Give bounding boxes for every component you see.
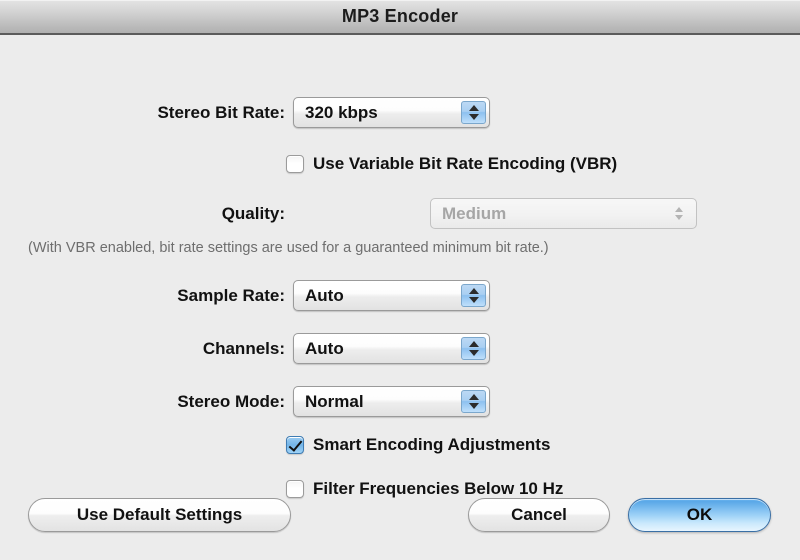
stepper-up-arrow-icon[interactable] xyxy=(468,394,479,400)
dialog-titlebar: MP3 Encoder xyxy=(0,0,800,35)
stepper-down-arrow-icon[interactable] xyxy=(468,114,479,120)
sample-rate-label: Sample Rate: xyxy=(177,285,285,305)
quality-stepper[interactable] xyxy=(667,202,690,225)
smart-encoding-checkbox[interactable] xyxy=(286,436,304,454)
channels-row: Channels: Auto xyxy=(120,333,490,364)
filter-frequencies-checkbox-row[interactable]: Filter Frequencies Below 10 Hz xyxy=(286,479,563,499)
stepper-down-arrow-icon[interactable] xyxy=(468,403,479,409)
stereo-mode-value: Normal xyxy=(305,391,364,411)
quality-popup[interactable]: Medium xyxy=(430,198,697,229)
dialog-title: MP3 Encoder xyxy=(341,6,459,26)
sample-rate-popup[interactable]: Auto xyxy=(293,280,490,311)
stepper-down-arrow-icon[interactable] xyxy=(674,215,683,220)
stepper-up-arrow-icon[interactable] xyxy=(468,105,479,111)
channels-label: Channels: xyxy=(202,338,285,358)
stepper-down-arrow-icon[interactable] xyxy=(468,350,479,356)
sample-rate-stepper[interactable] xyxy=(461,284,486,307)
stepper-up-arrow-icon[interactable] xyxy=(674,207,683,212)
smart-encoding-checkbox-row[interactable]: Smart Encoding Adjustments xyxy=(286,435,550,455)
channels-value: Auto xyxy=(305,338,344,358)
vbr-checkbox-label: Use Variable Bit Rate Encoding (VBR) xyxy=(313,154,618,173)
stereo-bit-rate-stepper[interactable] xyxy=(461,101,486,124)
stereo-bit-rate-row: Stereo Bit Rate: 320 kbps xyxy=(120,97,490,128)
stepper-up-arrow-icon[interactable] xyxy=(468,341,479,347)
stepper-up-arrow-icon[interactable] xyxy=(468,288,479,294)
channels-stepper[interactable] xyxy=(461,337,486,360)
stereo-mode-stepper[interactable] xyxy=(461,390,486,413)
mp3-encoder-dialog: MP3 Encoder Stereo Bit Rate: 320 kbps Us… xyxy=(0,0,800,560)
use-default-settings-button[interactable]: Use Default Settings xyxy=(28,498,291,532)
quality-label: Quality: xyxy=(221,203,285,223)
stereo-mode-row: Stereo Mode: Normal xyxy=(120,386,490,417)
filter-frequencies-checkbox[interactable] xyxy=(286,480,304,498)
quality-value: Medium xyxy=(442,203,507,223)
stepper-down-arrow-icon[interactable] xyxy=(468,297,479,303)
stereo-bit-rate-popup[interactable]: 320 kbps xyxy=(293,97,490,128)
channels-popup[interactable]: Auto xyxy=(293,333,490,364)
vbr-hint-text: (With VBR enabled, bit rate settings are… xyxy=(28,240,549,256)
stereo-bit-rate-label: Stereo Bit Rate: xyxy=(157,102,285,122)
cancel-button[interactable]: Cancel xyxy=(468,498,610,532)
stereo-mode-label: Stereo Mode: xyxy=(177,391,285,411)
sample-rate-row: Sample Rate: Auto xyxy=(120,280,490,311)
vbr-checkbox[interactable] xyxy=(286,155,304,173)
filter-frequencies-checkbox-label: Filter Frequencies Below 10 Hz xyxy=(313,479,564,498)
smart-encoding-checkbox-label: Smart Encoding Adjustments xyxy=(313,435,551,454)
sample-rate-value: Auto xyxy=(305,285,344,305)
ok-button[interactable]: OK xyxy=(628,498,771,532)
dialog-content: Stereo Bit Rate: 320 kbps Use Variable B… xyxy=(0,35,800,560)
quality-row: Quality: Medium xyxy=(120,198,700,229)
stereo-bit-rate-value: 320 kbps xyxy=(305,102,378,122)
stereo-mode-popup[interactable]: Normal xyxy=(293,386,490,417)
vbr-checkbox-row[interactable]: Use Variable Bit Rate Encoding (VBR) xyxy=(286,154,617,174)
